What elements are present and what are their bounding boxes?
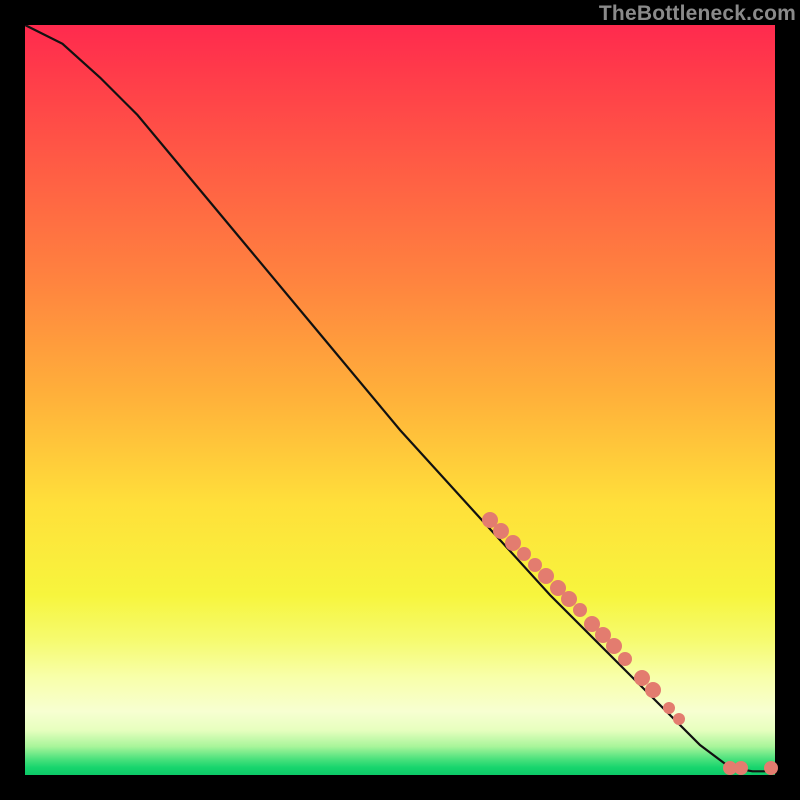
- marker-dot: [673, 713, 685, 725]
- curve-layer: [25, 25, 775, 775]
- marker-dot: [663, 702, 675, 714]
- trajectory-line: [25, 25, 775, 771]
- marker-dot: [764, 761, 778, 775]
- plot-area: [25, 25, 775, 775]
- marker-dot: [734, 761, 748, 775]
- marker-dot: [645, 682, 661, 698]
- watermark-text: TheBottleneck.com: [599, 2, 796, 26]
- marker-dot: [517, 547, 531, 561]
- marker-dot: [606, 638, 622, 654]
- chart-stage: TheBottleneck.com: [0, 0, 800, 800]
- marker-dot: [573, 603, 587, 617]
- marker-dot: [618, 652, 632, 666]
